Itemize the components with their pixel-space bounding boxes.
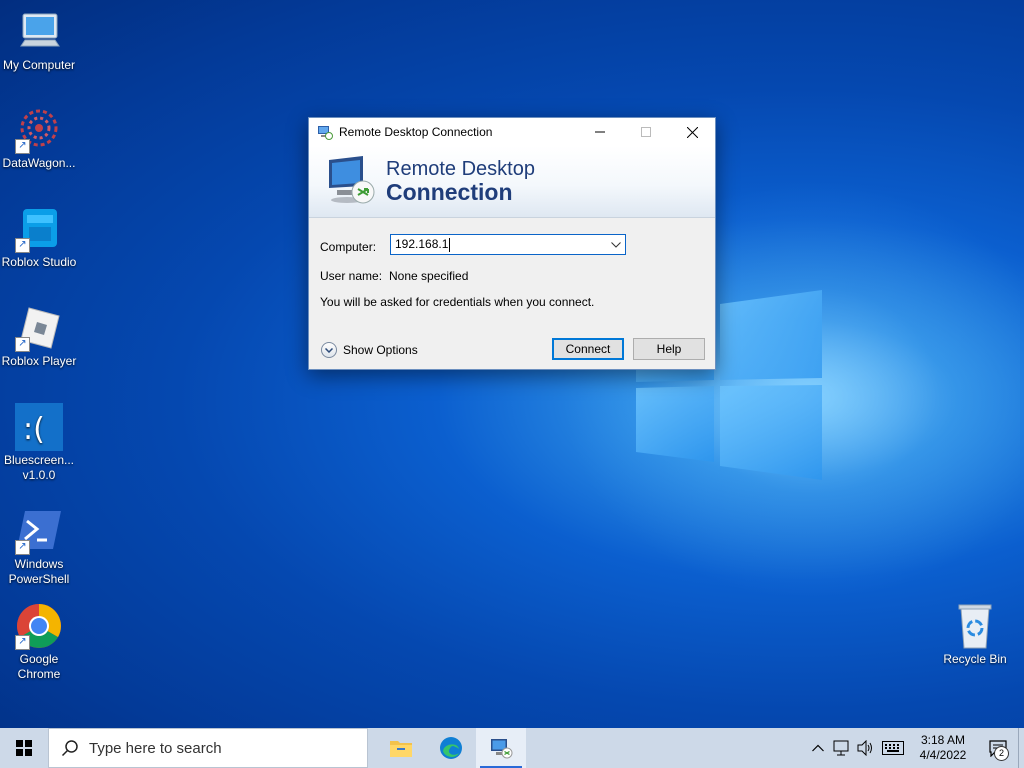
tray-overflow-button[interactable] — [806, 744, 830, 752]
svg-text::(: :( — [23, 412, 45, 447]
chrome-icon: ↗ — [15, 602, 63, 650]
desktop-icon-label: Roblox Player — [1, 354, 77, 368]
taskbar: Type here to search 3:18 AM 4/4/2022 2 — [0, 728, 1024, 768]
desktop-icon-label: Recycle Bin — [943, 652, 1007, 666]
taskbar-remote-desktop[interactable] — [476, 728, 526, 768]
computer-combobox[interactable]: 192.168.1 — [390, 234, 626, 255]
show-options-label: Show Options — [343, 343, 418, 357]
desktop-icon-roblox-player[interactable]: ↗ Roblox Player — [0, 304, 78, 369]
network-icon — [833, 740, 849, 756]
remote-desktop-dialog: Remote Desktop Connection Remote Desktop… — [308, 117, 716, 370]
powershell-icon: ↗ — [15, 507, 63, 555]
chevron-up-icon — [812, 744, 824, 752]
computer-label: Computer: — [320, 240, 377, 254]
desktop-icon-recycle-bin[interactable]: Recycle Bin — [936, 602, 1014, 667]
recycle-bin-icon — [951, 602, 999, 650]
start-button[interactable] — [0, 728, 48, 768]
connect-button[interactable]: Connect — [552, 338, 624, 360]
connection-form: Computer: 192.168.1 User name: None spec… — [309, 218, 715, 369]
chevron-down-icon — [611, 241, 621, 248]
username-label: User name: — [320, 269, 383, 283]
remote-desktop-icon — [491, 739, 513, 759]
tray-keyboard[interactable] — [878, 741, 908, 755]
desktop-icon-label: Chrome — [17, 667, 61, 681]
banner-title-line2: Connection — [386, 179, 513, 205]
computer-input[interactable]: 192.168.1 — [391, 237, 607, 252]
edge-icon — [440, 737, 462, 759]
taskbar-edge[interactable] — [426, 728, 476, 768]
shortcut-arrow-icon: ↗ — [15, 635, 30, 650]
maximize-button[interactable] — [623, 118, 669, 146]
desktop-icon-label: Bluescreen... — [3, 453, 75, 467]
windows-start-icon — [16, 740, 32, 756]
search-placeholder: Type here to search — [89, 739, 222, 757]
taskbar-file-explorer[interactable] — [376, 728, 426, 768]
expand-chevron-icon — [321, 342, 337, 358]
desktop-icon-label: v1.0.0 — [22, 468, 56, 482]
sad-face-icon: :( — [15, 403, 63, 451]
search-icon — [61, 740, 78, 757]
clock-date: 4/4/2022 — [919, 748, 967, 762]
desktop-icon-my-computer[interactable]: My Computer — [0, 8, 78, 73]
desktop-icon-bluescreen[interactable]: :( Bluescreen... v1.0.0 — [0, 403, 78, 483]
computer-icon — [15, 8, 63, 56]
username-value: None specified — [389, 269, 469, 283]
shortcut-arrow-icon: ↗ — [15, 337, 30, 352]
notification-count-badge: 2 — [994, 746, 1009, 761]
dialog-banner: Remote Desktop Connection — [309, 146, 715, 218]
desktop-icon-datawagon[interactable]: ↗ DataWagon... — [0, 106, 78, 171]
datawagon-icon: ↗ — [15, 106, 63, 154]
text-caret — [449, 237, 451, 252]
desktop-icon-label: My Computer — [2, 58, 76, 72]
remote-desktop-icon — [318, 126, 333, 140]
desktop-icon-roblox-studio[interactable]: ↗ Roblox Studio — [0, 205, 78, 270]
close-button[interactable] — [669, 118, 715, 146]
action-center-button[interactable]: 2 — [978, 728, 1018, 768]
roblox-player-icon: ↗ — [15, 304, 63, 352]
show-desktop-button[interactable] — [1018, 728, 1024, 768]
desktop-icon-google-chrome[interactable]: ↗ Google Chrome — [0, 602, 78, 682]
roblox-studio-icon: ↗ — [15, 205, 63, 253]
computer-value: 192.168.1 — [395, 237, 449, 252]
shortcut-arrow-icon: ↗ — [15, 540, 30, 555]
tray-network[interactable] — [830, 740, 854, 756]
keyboard-icon — [882, 741, 904, 755]
taskbar-search-box[interactable]: Type here to search — [48, 728, 368, 768]
tray-volume[interactable] — [854, 740, 878, 756]
help-button[interactable]: Help — [633, 338, 705, 360]
desktop-icon-powershell[interactable]: ↗ Windows PowerShell — [0, 507, 78, 587]
dialog-title: Remote Desktop Connection — [339, 125, 493, 139]
folder-icon — [390, 741, 412, 757]
desktop-icon-label: Roblox Studio — [1, 255, 77, 269]
desktop-icon-label: Google — [19, 652, 59, 666]
desktop-icon-label: PowerShell — [8, 572, 70, 586]
desktop-icon-label: DataWagon... — [2, 156, 76, 170]
close-icon — [686, 126, 698, 138]
minimize-icon — [595, 131, 605, 133]
combobox-dropdown-button[interactable] — [607, 241, 625, 248]
desktop-icon-label: Windows — [14, 557, 64, 571]
speaker-icon — [857, 740, 872, 756]
show-options-toggle[interactable]: Show Options — [321, 342, 418, 358]
taskbar-clock[interactable]: 3:18 AM 4/4/2022 — [908, 733, 978, 763]
shortcut-arrow-icon: ↗ — [15, 238, 30, 253]
shortcut-arrow-icon: ↗ — [15, 139, 30, 154]
banner-title-line1: Remote Desktop — [386, 158, 535, 180]
minimize-button[interactable] — [577, 118, 623, 146]
credentials-note: You will be asked for credentials when y… — [320, 295, 595, 309]
maximize-icon — [641, 127, 651, 137]
clock-time: 3:18 AM — [920, 733, 966, 747]
remote-desktop-monitor-icon — [329, 156, 375, 204]
system-tray: 3:18 AM 4/4/2022 2 — [806, 728, 1024, 768]
dialog-titlebar[interactable]: Remote Desktop Connection — [309, 118, 715, 146]
